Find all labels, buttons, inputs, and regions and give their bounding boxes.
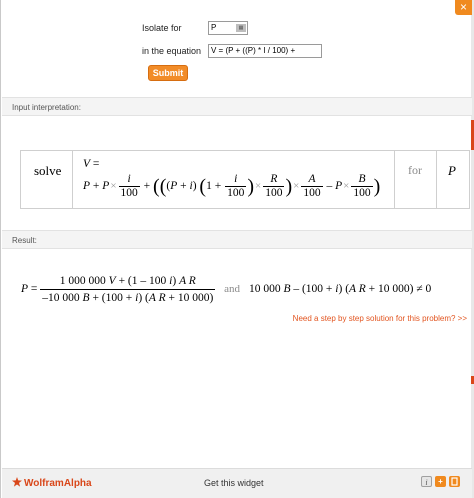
close-button[interactable]: × <box>455 0 472 15</box>
isolate-label: Isolate for <box>142 23 182 33</box>
wolfram-star-icon <box>12 477 22 487</box>
footer: WolframAlpha Get this widget i + <box>2 468 472 498</box>
equation-rhs: P + P× i 100 + (((P + i) (1 + i 100)× R 100)×… <box>83 173 381 199</box>
target-variable: P <box>448 163 456 178</box>
wolfram-logo[interactable]: WolframAlpha <box>12 477 92 489</box>
equation-lhs: V = <box>83 158 100 170</box>
for-label: for <box>408 163 422 177</box>
interpretation-table: solve V = P + P× i 100 + (((P + i) (1 + i1… <box>20 150 470 209</box>
brand-name: WolframAlpha <box>24 478 92 489</box>
add-icon[interactable]: + <box>435 476 446 487</box>
result-formula: P = 1 000 000 V + (1 – 100 i) A R –10 00… <box>21 275 432 304</box>
variable-cell: P <box>437 151 469 208</box>
info-icon[interactable]: i <box>421 476 432 487</box>
equation-label: in the equation <box>142 46 202 56</box>
solve-cell: solve <box>21 151 73 208</box>
interpretation-header: Input interpretation: <box>2 97 472 116</box>
solve-label: solve <box>34 163 62 178</box>
result-fraction: 1 000 000 V + (1 – 100 i) A R –10 000 B … <box>40 275 216 304</box>
for-cell: for <box>395 151 437 208</box>
input-keyboard-icon[interactable]: ▦ <box>236 24 246 32</box>
get-widget-link[interactable]: Get this widget <box>204 478 264 488</box>
submit-button[interactable]: Submit <box>148 65 188 81</box>
interpretation-section-label: Input interpretation: <box>12 103 81 112</box>
result-section-label: Result: <box>12 236 37 245</box>
widget-frame: × Isolate for P ▦ in the equation V = (P… <box>0 0 474 498</box>
step-by-step-link[interactable]: Need a step by step solution for this pr… <box>293 314 467 323</box>
and-label: and <box>224 283 241 296</box>
result-condition: 10 000 B – (100 + i) (A R + 10 000) ≠ 0 <box>248 283 432 296</box>
variable-input[interactable]: P ▦ <box>208 21 248 35</box>
equation-input[interactable]: V = (P + ((P) * I / 100) + <box>208 44 322 58</box>
variable-input-value: P <box>211 23 217 32</box>
equation-cell: V = P + P× i 100 + (((P + i) (1 + i 100)× R 1… <box>73 151 395 208</box>
result-header: Result: <box>2 230 472 249</box>
share-icon[interactable] <box>449 476 460 487</box>
